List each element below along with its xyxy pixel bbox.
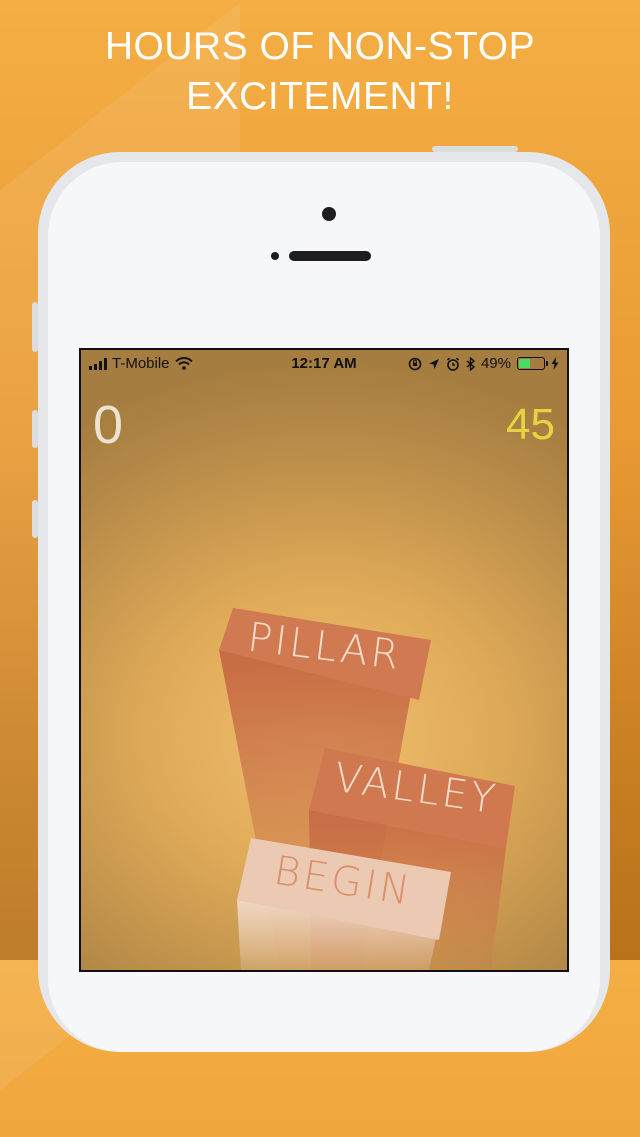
front-camera <box>322 207 336 221</box>
promo-headline: HOURS OF NON-STOP EXCITEMENT! <box>0 22 640 122</box>
block-stack: PILLAR VALLEY BEGIN <box>219 608 515 970</box>
earpiece-speaker <box>289 251 371 261</box>
game-screen[interactable]: T-Mobile 12:17 AM 49% 0 45 PILLAR VALLEY… <box>79 348 569 972</box>
proximity-sensor <box>271 252 279 260</box>
phone-power-button <box>432 146 518 152</box>
phone-mute-switch <box>32 302 38 352</box>
phone-volume-up <box>32 410 38 448</box>
phone-volume-down <box>32 500 38 538</box>
promo-line-2: EXCITEMENT! <box>186 75 454 118</box>
promo-line-1: HOURS OF NON-STOP <box>104 25 536 68</box>
